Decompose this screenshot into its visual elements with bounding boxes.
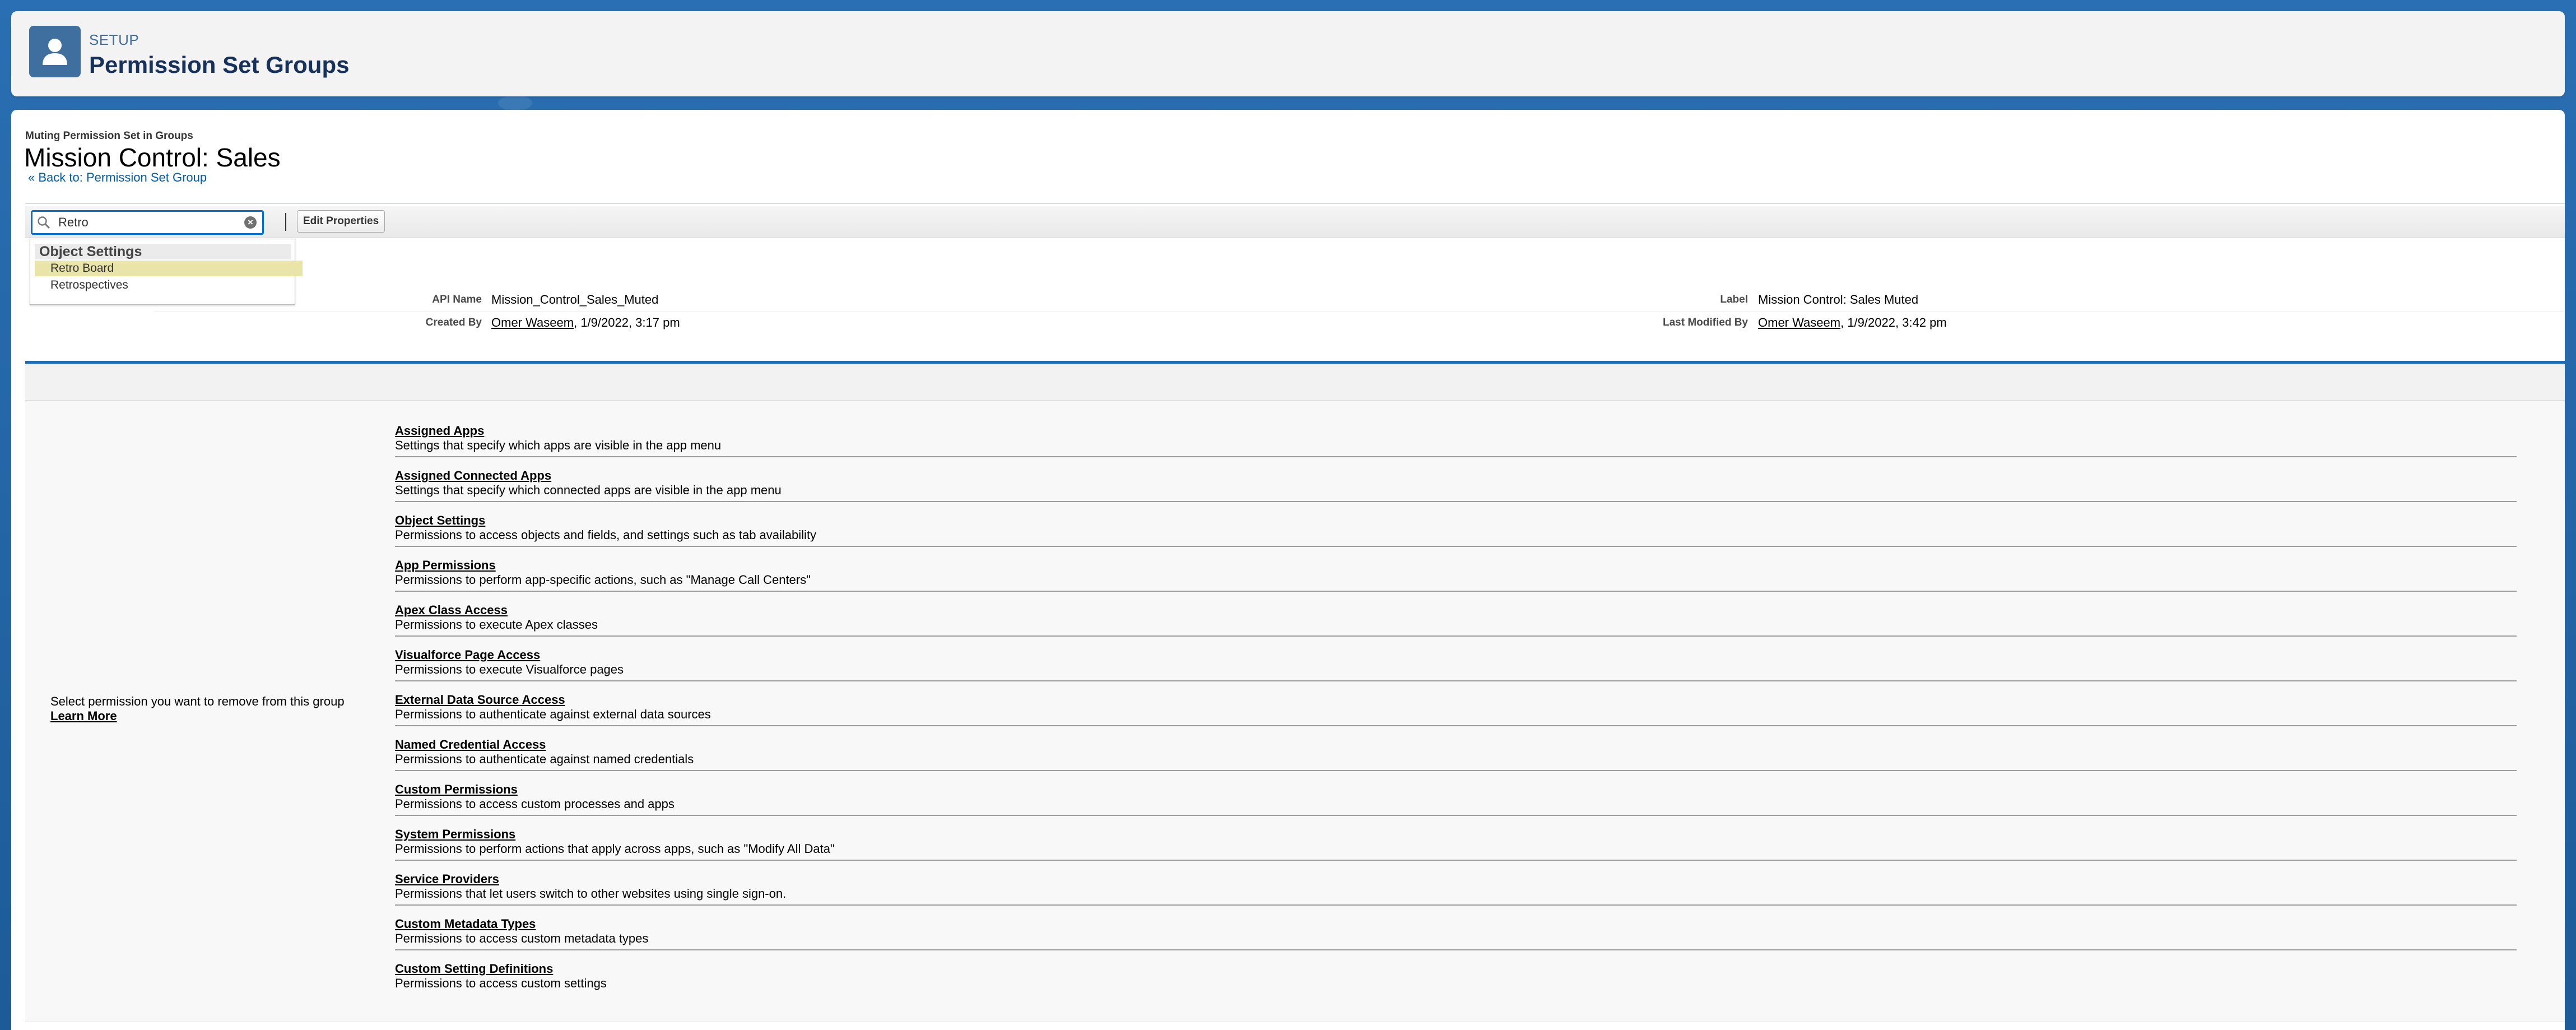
permission-item: Named Credential Access Permissions to au… xyxy=(395,737,2517,782)
suggestion-group-header: Object Settings xyxy=(35,244,291,259)
permission-link[interactable]: Assigned Connected Apps xyxy=(395,468,551,483)
permission-item: System Permissions Permissions to perform… xyxy=(395,827,2517,872)
permission-item: Custom Metadata Types Permissions to acce… xyxy=(395,917,2517,962)
api-name-value: Mission_Control_Sales_Muted xyxy=(491,293,659,307)
permission-item: Assigned Connected Apps Settings that spe… xyxy=(395,468,2517,513)
permission-description: Permissions to access custom metadata ty… xyxy=(395,931,649,945)
permission-item: Assigned Apps Settings that specify which… xyxy=(395,424,2517,468)
suggestion-item[interactable]: Retro Board xyxy=(35,261,303,276)
search-icon xyxy=(38,216,50,229)
created-by-date: , 1/9/2022, 3:17 pm xyxy=(574,316,680,330)
toolbar-separator xyxy=(285,213,286,231)
permission-divider xyxy=(395,860,2517,861)
learn-more-link[interactable]: Learn More xyxy=(50,709,117,723)
label-value: Mission Control: Sales Muted xyxy=(1758,293,1919,307)
permission-link[interactable]: Custom Setting Definitions xyxy=(395,962,553,976)
permission-link[interactable]: Service Providers xyxy=(395,872,499,887)
setup-title: Permission Set Groups xyxy=(89,52,350,78)
permission-description: Permissions to perform actions that appl… xyxy=(395,842,835,856)
created-by-value: Omer Waseem, 1/9/2022, 3:17 pm xyxy=(491,316,680,330)
permission-item: Visualforce Page Access Permissions to ex… xyxy=(395,648,2517,693)
api-name-label: API Name xyxy=(432,294,482,305)
modified-by-date: , 1/9/2022, 3:42 pm xyxy=(1840,316,1947,330)
search-box[interactable]: × xyxy=(31,210,264,235)
modified-by-user-link[interactable]: Omer Waseem xyxy=(1758,316,1840,330)
permission-link[interactable]: Custom Metadata Types xyxy=(395,917,536,931)
permission-divider xyxy=(395,904,2517,906)
permission-description: Permissions to access custom processes a… xyxy=(395,797,675,811)
search-input[interactable] xyxy=(57,214,239,231)
permission-divider xyxy=(395,635,2517,637)
permission-description: Settings that specify which apps are vis… xyxy=(395,438,722,452)
permission-link[interactable]: Visualforce Page Access xyxy=(395,648,540,662)
permission-item: Service Providers Permissions that let us… xyxy=(395,872,2517,917)
permission-description: Settings that specify which connected ap… xyxy=(395,483,782,497)
permission-item: Custom Permissions Permissions to access … xyxy=(395,782,2517,827)
setup-eyebrow: SETUP xyxy=(89,31,140,48)
permission-description: Permissions to authenticate against name… xyxy=(395,752,694,766)
modified-by-label: Last Modified By xyxy=(1662,317,1748,328)
search-suggestions: Object Settings Retro Board Retrospectiv… xyxy=(30,239,303,305)
permission-link[interactable]: Apex Class Access xyxy=(395,603,508,618)
permission-divider xyxy=(395,546,2517,547)
permission-link[interactable]: System Permissions xyxy=(395,827,515,842)
clear-search-icon[interactable]: × xyxy=(244,216,257,229)
permission-divider xyxy=(395,680,2517,681)
permission-link[interactable]: Custom Permissions xyxy=(395,782,518,797)
permission-description: Permissions to execute Apex classes xyxy=(395,618,598,632)
permission-link[interactable]: Assigned Apps xyxy=(395,424,484,438)
permission-divider xyxy=(395,770,2517,771)
permission-description: Permissions that let users switch to oth… xyxy=(395,887,787,901)
permission-description: Permissions to access objects and fields… xyxy=(395,528,817,542)
permission-divider xyxy=(395,501,2517,502)
permission-divider xyxy=(395,456,2517,457)
permission-link[interactable]: Named Credential Access xyxy=(395,737,546,752)
main-card: Muting Permission Set in Groups Mission … xyxy=(11,110,2565,1030)
user-icon xyxy=(29,26,81,77)
permission-link[interactable]: Object Settings xyxy=(395,513,485,528)
permission-item: Custom Setting Definitions Permissions to… xyxy=(395,962,2517,1006)
setup-header: SETUP Permission Set Groups xyxy=(11,11,2565,96)
instructions-text: Select permission you want to remove fro… xyxy=(50,694,345,708)
permission-description: Permissions to execute Visualforce pages xyxy=(395,662,624,676)
permission-description: Permissions to authenticate against exte… xyxy=(395,707,711,721)
created-by-user-link[interactable]: Omer Waseem xyxy=(491,316,574,330)
page-eyebrow: Muting Permission Set in Groups xyxy=(25,130,193,142)
permission-description: Permissions to perform app-specific acti… xyxy=(395,573,811,587)
header-divider xyxy=(25,203,2565,204)
modified-by-value: Omer Waseem, 1/9/2022, 3:42 pm xyxy=(1758,316,1947,330)
permission-item: External Data Source Access Permissions t… xyxy=(395,693,2517,737)
permission-link[interactable]: External Data Source Access xyxy=(395,693,565,707)
label-label: Label xyxy=(1720,294,1748,305)
permission-item: Object Settings Permissions to access obj… xyxy=(395,513,2517,558)
permission-link[interactable]: App Permissions xyxy=(395,558,496,573)
permission-divider xyxy=(395,815,2517,816)
created-by-label: Created By xyxy=(425,317,482,328)
toolbar: × Edit Properties xyxy=(25,206,2565,238)
suggestion-item[interactable]: Retrospectives xyxy=(35,277,303,293)
permission-divider xyxy=(395,949,2517,950)
permission-divider xyxy=(395,725,2517,726)
permission-item: Apex Class Access Permissions to execute … xyxy=(395,603,2517,648)
permission-item: App Permissions Permissions to perform ap… xyxy=(395,558,2517,603)
permission-divider xyxy=(395,591,2517,592)
back-link[interactable]: « Back to: Permission Set Group xyxy=(28,170,207,185)
section-header-strip xyxy=(25,364,2565,401)
permission-description: Permissions to access custom settings xyxy=(395,976,607,990)
edit-properties-button[interactable]: Edit Properties xyxy=(297,210,385,233)
page-title: Mission Control: Sales xyxy=(24,143,281,172)
